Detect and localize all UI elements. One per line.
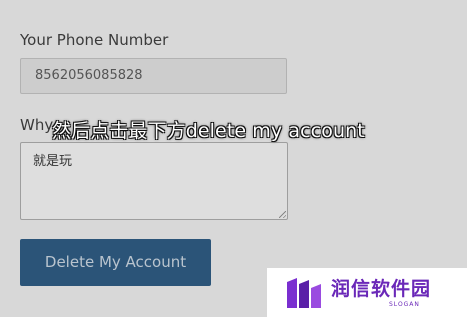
reason-text: 就是玩 — [33, 154, 73, 169]
video-subtitle: 然后点击最下方delete my account — [52, 120, 365, 142]
watermark-logo-panel: 润信软件园 SLOGAN — [267, 268, 467, 317]
watermark-name: 润信软件园 — [331, 278, 432, 300]
resize-handle-icon[interactable] — [279, 211, 286, 218]
phone-number-label: Your Phone Number — [20, 31, 169, 49]
delete-account-button[interactable]: Delete My Account — [20, 239, 211, 286]
reason-label: Why — [20, 116, 54, 134]
phone-number-input[interactable]: 8562056085828 — [20, 58, 287, 94]
purple-bars-logo-icon — [287, 278, 321, 308]
reason-textarea[interactable]: 就是玩 — [20, 142, 288, 220]
watermark-slogan: SLOGAN — [389, 301, 420, 308]
